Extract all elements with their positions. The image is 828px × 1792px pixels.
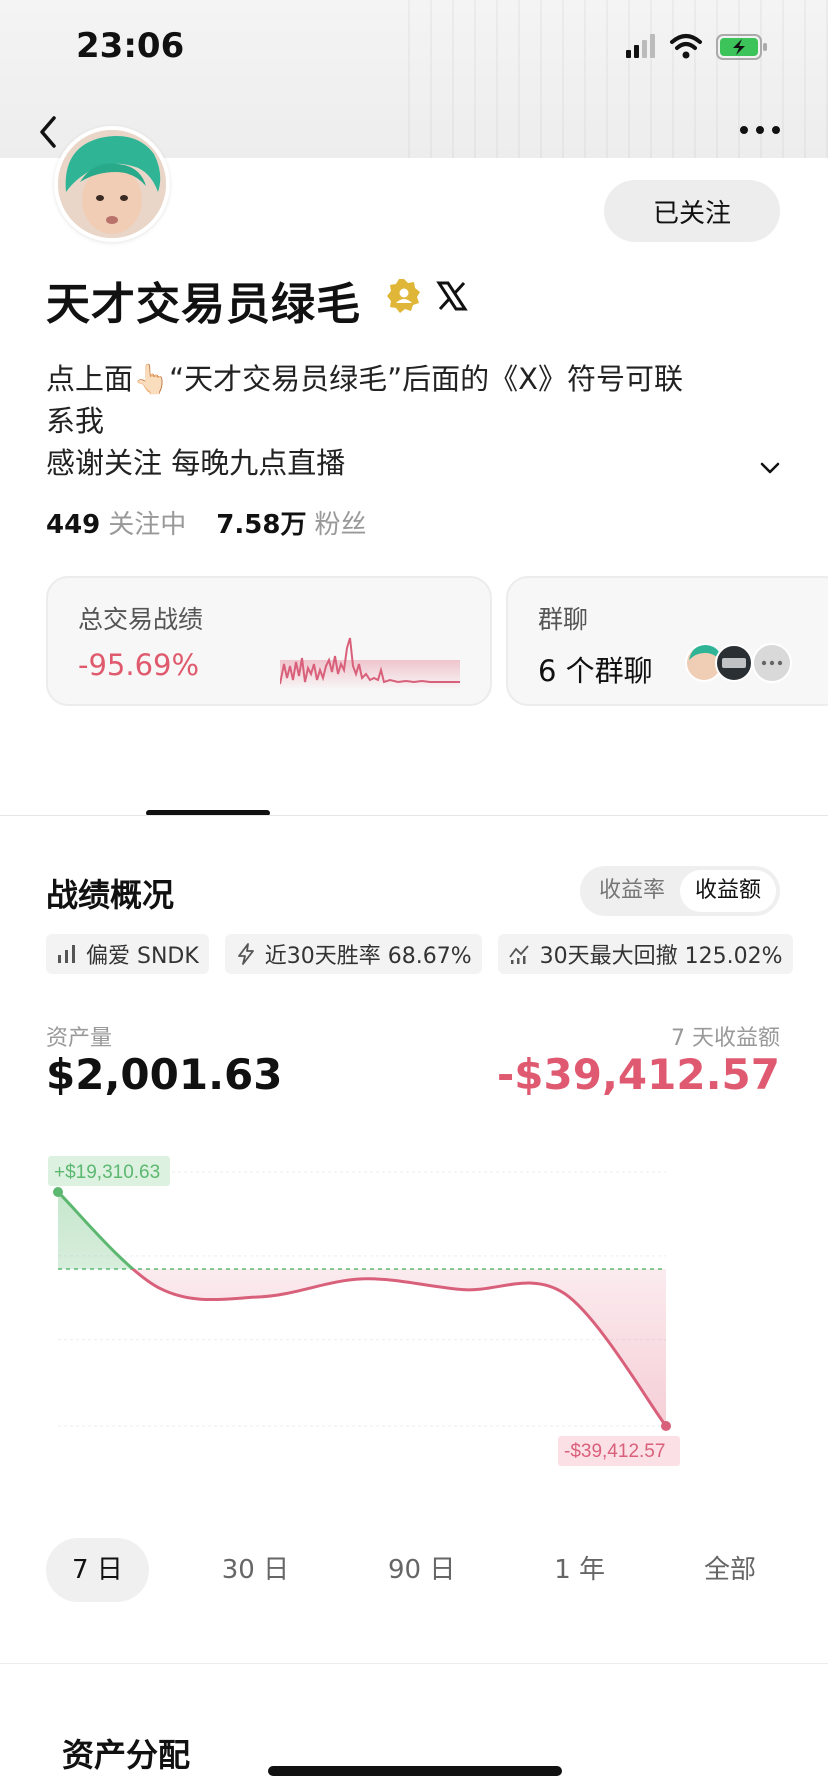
lightning-icon [237, 943, 254, 965]
toggle-return-amount[interactable]: 收益额 [680, 870, 776, 912]
overview-title: 战绩概况 [46, 876, 175, 914]
wifi-icon [670, 34, 702, 59]
bar-chart-icon [58, 945, 75, 963]
positive-area [58, 1192, 133, 1269]
bio-line: 点上面👆🏻“天才交易员绿毛”后面的《X》符号可联 [46, 362, 684, 396]
bio-line: 感谢关注 每晚九点直播 [46, 446, 346, 480]
group-avatars [685, 643, 792, 683]
more-options-icon[interactable] [738, 120, 782, 140]
group-chat-card[interactable]: 群聊 6 个群聊 [506, 576, 828, 706]
divider [0, 815, 828, 816]
drawdown-icon [508, 945, 529, 964]
drawdown-chip-label: 30天最大回撤 125.02% [539, 944, 783, 969]
min-value-label: -$39,412.57 [564, 1441, 665, 1462]
allocation-title: 资产分配 [62, 1736, 191, 1774]
win-rate-chip-label: 近30天胜率 68.67% [264, 944, 472, 969]
period-selector: 7 日 30 日 90 日 1 年 全部 [46, 1538, 782, 1602]
group-chat-count: 6 个群聊 [538, 654, 653, 688]
win-rate-chip: 近30天胜率 68.67% [224, 934, 482, 974]
positive-series-line [56, 1190, 136, 1269]
asset-value: $2,001.63 [46, 1050, 283, 1099]
divider [0, 1663, 828, 1664]
period-90d[interactable]: 90 日 [362, 1538, 481, 1602]
followers-label[interactable]: 粉丝 [314, 504, 366, 541]
group-chat-title: 群聊 [538, 605, 589, 634]
negative-series-line [130, 1268, 668, 1427]
pnl-label: 7 天收益额 [671, 1026, 780, 1051]
period-7d[interactable]: 7 日 [46, 1538, 149, 1602]
favorite-chip: 偏爱 SNDK [46, 934, 209, 974]
performance-sparkline [280, 637, 460, 688]
metric-toggle[interactable]: 收益率 收益额 [580, 866, 780, 916]
x-logo-icon[interactable] [436, 280, 468, 312]
favorite-chip-label: 偏爱 SNDK [86, 944, 199, 969]
period-1y[interactable]: 1 年 [528, 1538, 631, 1602]
pnl-value: -$39,412.57 [496, 1050, 780, 1099]
avatar-image [58, 130, 166, 238]
status-time: 23:06 [76, 26, 185, 66]
end-point [661, 1421, 671, 1431]
profile-bio: 点上面👆🏻“天才交易员绿毛”后面的《X》符号可联 系我 感谢关注 每晚九点直播 [46, 358, 746, 484]
signal-icon [626, 34, 655, 58]
performance-card-value: -95.69% [78, 648, 200, 682]
home-indicator [268, 1766, 562, 1776]
drawdown-chip: 30天最大回撤 125.02% [497, 934, 793, 974]
following-label[interactable]: 关注中 [108, 504, 186, 541]
period-all[interactable]: 全部 [678, 1538, 782, 1602]
back-button[interactable] [34, 112, 64, 152]
avatar[interactable] [54, 126, 170, 242]
max-label: +$19,310.63 [48, 1156, 170, 1186]
performance-card[interactable]: 总交易战绩 -95.69% [46, 576, 492, 706]
followers-count[interactable]: 7.58万 [216, 504, 306, 541]
bio-line: 系我 [46, 404, 105, 438]
chevron-down-icon[interactable] [758, 460, 782, 476]
group-avatar-icon [715, 644, 753, 682]
pnl-line-chart[interactable]: +$19,310.63 -$39,412.57 [46, 1146, 792, 1506]
negative-area [58, 1268, 666, 1426]
profile-name: 天才交易员绿毛 [46, 279, 361, 330]
battery-icon [716, 34, 767, 60]
stat-chips: 偏爱 SNDK 近30天胜率 68.67% 30天最大回撤 125.02% [46, 934, 793, 974]
verified-badge-icon [387, 279, 420, 313]
asset-label: 资产量 [46, 1026, 113, 1051]
follow-button[interactable]: 已关注 [604, 180, 780, 242]
period-30d[interactable]: 30 日 [196, 1538, 315, 1602]
status-icons [626, 34, 767, 60]
profile-stats: 449 关注中 7.58万 粉丝 [46, 504, 388, 541]
start-point [53, 1187, 63, 1197]
following-count[interactable]: 449 [46, 510, 100, 540]
performance-card-title: 总交易战绩 [78, 605, 204, 634]
max-value-label: +$19,310.63 [54, 1162, 160, 1183]
min-label: -$39,412.57 [558, 1436, 680, 1466]
toggle-return-rate[interactable]: 收益率 [584, 870, 680, 912]
more-groups-icon [752, 643, 792, 683]
